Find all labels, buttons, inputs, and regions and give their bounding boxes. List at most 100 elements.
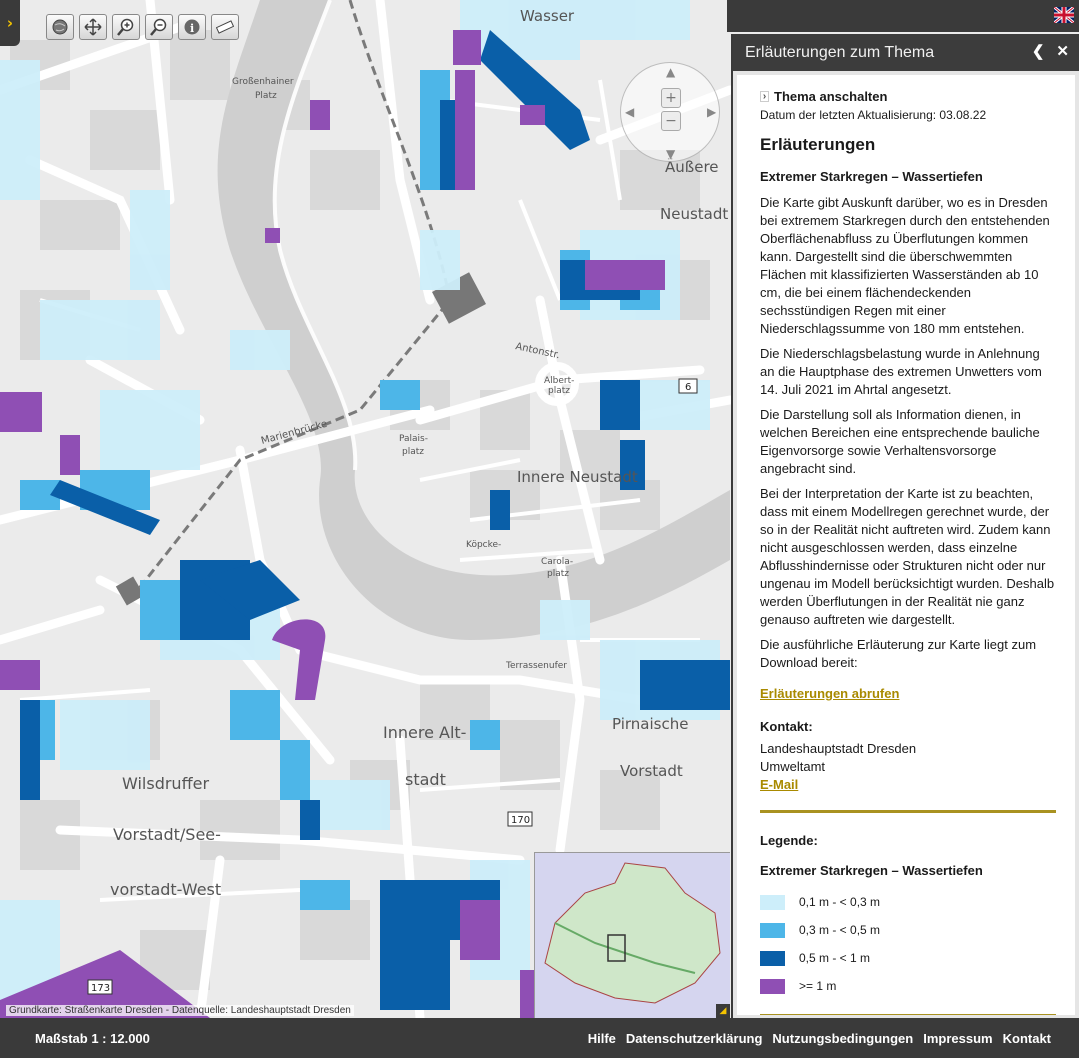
legend-label: 0,3 m - < 0,5 m [799,923,881,937]
contact-line-2: Umweltamt [760,759,826,774]
footer-link-datenschutz[interactable]: Datenschutzerklärung [626,1031,763,1046]
label-wasser: Wasser [520,7,575,25]
label-vorstadt-west: vorstadt-West [110,880,221,899]
footer-link-impressum[interactable]: Impressum [923,1031,992,1046]
svg-text:170: 170 [511,815,530,826]
panel-subheading: Extremer Starkregen – Wassertiefen [760,169,983,184]
overview-map[interactable] [534,852,730,1018]
label-palaisplatz: Palais- [399,434,428,444]
zoom-out-button[interactable] [145,14,173,40]
chevron-right-icon: › [760,91,769,102]
label-terrassenufer: Terrassenufer [505,661,567,671]
label-neustadt: Neustadt [660,205,728,223]
legend-label: >= 1 m [799,979,837,993]
globe-icon [52,19,68,35]
legend-label: 0,5 m - < 1 m [799,951,871,965]
info-panel: Erläuterungen zum Thema ❮ ✕ › Thema ansc… [731,34,1079,1018]
label-palaisplatz-2: platz [402,447,424,457]
zoom-in-icon [117,18,134,36]
label-vorstadt: Vorstadt [620,762,683,780]
legend-swatch [760,922,785,938]
pan-zoom-control[interactable]: ▲ ▼ ◀ ▶ + − [620,62,720,162]
top-bar [727,0,1079,32]
zoom-out-icon [150,18,167,36]
zoom-plus-icon[interactable]: + [661,88,681,108]
label-wilsdruffer: Wilsdruffer [122,774,209,793]
label-albertplatz: Albert- [544,376,574,386]
legend-item: 0,3 m - < 0,5 m [760,916,1056,944]
label-innere-altstadt: Innere Alt- [383,723,466,742]
panel-close-icon[interactable]: ✕ [1056,42,1069,60]
legend-subheading: Extremer Starkregen – Wassertiefen [760,863,983,878]
road-shield-6: 6 [678,378,698,394]
uk-flag-icon[interactable] [1054,7,1074,23]
pan-up-icon[interactable]: ▲ [666,65,675,79]
toggle-navigation-button[interactable]: › [0,0,20,46]
overview-map-graphic [544,862,721,1004]
legend-heading: Legende: [760,833,818,848]
label-albertplatz-2: platz [548,386,570,396]
label-grossenhainer: Großenhainer [232,77,294,87]
contact-block: Landeshauptstadt Dresden Umweltamt E-Mai… [760,740,1056,794]
pan-down-icon[interactable]: ▼ [666,147,675,161]
paragraph-1: Die Karte gibt Auskunft darüber, wo es i… [760,195,1050,336]
footer-links: Hilfe Datenschutzerklärung Nutzungsbedin… [588,1031,1051,1046]
paragraph-2: Die Niederschlagsbelastung wurde in Anle… [760,346,1042,397]
label-vorstadt-see: Vorstadt/See- [113,825,221,844]
scale-readout: Maßstab 1 : 12.000 [35,1031,150,1046]
legend-swatch [760,978,785,994]
contact-line-1: Landeshauptstadt Dresden [760,741,917,756]
label-grossenhainer-platz: Platz [255,91,277,101]
road-shield-173: 173 [87,979,113,995]
update-date: Datum der letzten Aktualisierung: 03.08.… [760,108,987,122]
footer-link-kontakt[interactable]: Kontakt [1003,1031,1051,1046]
measure-button[interactable] [211,14,239,40]
theme-toggle[interactable]: › Thema anschalten [760,89,1056,104]
contact-heading: Kontakt: [760,719,813,734]
label-pirnaische: Pirnaische [612,715,688,733]
map-toolbar: i [46,14,239,40]
panel-header: Erläuterungen zum Thema ❮ ✕ [733,34,1079,71]
legend-swatch [760,894,785,910]
panel-title: Erläuterungen zum Thema [745,43,935,61]
panel-body: › Thema anschalten Datum der letzten Akt… [737,75,1075,1015]
road-shield-170: 170 [507,811,533,827]
footer-bar: Maßstab 1 : 12.000 Hilfe Datenschutzerkl… [0,1018,1079,1058]
paragraph-5: Die ausführliche Erläuterung zur Karte l… [760,637,1037,670]
theme-toggle-label: Thema anschalten [774,89,888,104]
pan-left-icon[interactable]: ◀ [625,105,634,119]
svg-text:6: 6 [685,382,691,393]
panel-heading: Erläuterungen [760,135,876,154]
divider [760,1014,1056,1015]
paragraph-4: Bei der Interpretation der Karte ist zu … [760,486,1055,627]
measure-icon [216,20,234,34]
overview-toggle-button[interactable]: ◢ [716,1004,730,1018]
full-extent-button[interactable] [46,14,74,40]
info-icon: i [184,19,200,35]
pan-button[interactable] [79,14,107,40]
zoom-minus-icon[interactable]: − [661,111,681,131]
label-innere-neustadt: Innere Neustadt [517,468,638,486]
label-koepcke: Köpcke- [466,540,501,550]
svg-text:173: 173 [91,983,110,994]
legend-item: 0,1 m - < 0,3 m [760,888,1056,916]
legend-swatch [760,950,785,966]
paragraph-3: Die Darstellung soll als Information die… [760,407,1040,476]
download-link[interactable]: Erläuterungen abrufen [760,686,1056,701]
info-button[interactable]: i [178,14,206,40]
legend-item: 0,5 m - < 1 m [760,944,1056,972]
svg-text:i: i [190,22,194,35]
panel-collapse-icon[interactable]: ❮ [1032,42,1045,60]
legend-label: 0,1 m - < 0,3 m [799,895,881,909]
pan-right-icon[interactable]: ▶ [707,105,716,119]
footer-link-nutzung[interactable]: Nutzungsbedingungen [772,1031,913,1046]
legend-item: >= 1 m [760,972,1056,1000]
footer-link-hilfe[interactable]: Hilfe [588,1031,616,1046]
pan-icon [84,18,102,36]
divider [760,810,1056,813]
email-link[interactable]: E-Mail [760,776,1056,794]
label-carolaplatz-2: platz [547,569,569,579]
zoom-in-button[interactable] [112,14,140,40]
label-stadt: stadt [405,770,446,789]
label-carolaplatz: Carola- [541,557,573,567]
